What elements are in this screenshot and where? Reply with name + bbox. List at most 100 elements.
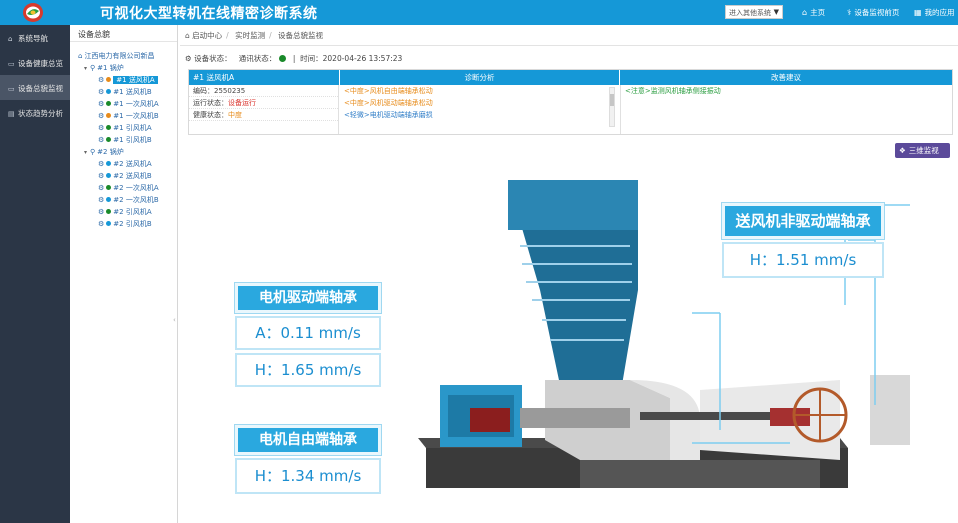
tree-node-label: #1 锅炉 [97, 64, 124, 72]
tree-node-device[interactable]: ⚙ #1 引风机A [98, 123, 152, 134]
nav-item-label: 系统导航 [18, 34, 48, 43]
tree-node-device[interactable]: ⚙ #2 送风机A [98, 159, 152, 170]
tree-node-label: #1 送风机A [113, 76, 158, 84]
gear-icon: ⚙ [98, 76, 105, 84]
tree-node-device[interactable]: ⚙ #2 送风机B [98, 171, 152, 182]
panel-collapse-handle[interactable]: ‹ [173, 316, 176, 324]
run-status-label: 运行状态： [193, 99, 228, 107]
home-icon: ⌂ [802, 8, 808, 17]
nav-item-health-overview[interactable]: ▭ 设备健康总览 [0, 50, 70, 75]
callout-value: A：0.11 mm/s [235, 316, 381, 350]
app-title: 可视化大型转机在线精密诊断系统 [100, 6, 318, 22]
nav-item-label: 设备总貌监视 [18, 84, 63, 93]
tree-node-device[interactable]: ⚙ #1 一次风机B [98, 111, 159, 122]
system-select[interactable]: 进入其他系统 ▼ [725, 5, 783, 19]
chevron-down-icon: ▼ [773, 8, 779, 16]
stethoscope-icon: ⚕ [847, 8, 852, 17]
status-dot [106, 125, 112, 130]
3d-monitor-button[interactable]: ❖ 三维监视 [895, 143, 950, 158]
status-dot [106, 197, 112, 202]
status-dot [106, 221, 112, 226]
tree-node-company[interactable]: ⌂ 江西电力有限公司新昌 [78, 51, 154, 62]
diagnosis-scrollbar[interactable] [609, 87, 615, 127]
home-icon: ⌂ [8, 35, 13, 43]
code-row: 编码：2550235 [189, 85, 338, 97]
gear-icon: ⚙ [98, 172, 105, 180]
nav-item-label: 设备健康总览 [18, 59, 63, 68]
timestamp: 2020-04-26 13:57:23 [322, 54, 403, 63]
run-status-value: 设备运行 [228, 99, 256, 107]
tree-node-device[interactable]: ⚙ #1 引风机B [98, 135, 152, 146]
suggestion-header: 改善建议 [620, 70, 952, 85]
tree-node-boiler-2[interactable]: ▾ ⚲ #2 锅炉 [84, 147, 124, 158]
diagnosis-header: 诊断分析 [340, 70, 619, 85]
tree-node-label: #2 锅炉 [97, 148, 124, 156]
tree-node-label: #1 送风机B [113, 88, 152, 96]
nav-item-system-navigation[interactable]: ⌂ 系统导航 [0, 25, 70, 50]
gear-icon: ⚙ [98, 100, 105, 108]
monitor-home-link[interactable]: ⚕ 设备监视前页 [847, 7, 899, 18]
status-dot [106, 185, 112, 190]
time-label: 时间： [300, 54, 323, 63]
system-select-label: 进入其他系统 [729, 9, 771, 17]
nav-item-overview-monitor[interactable]: ▭ 设备总貌监视 [0, 75, 70, 100]
tree-node-label: #2 送风机B [113, 172, 152, 180]
info-column: 编码：2550235 运行状态：设备运行 健康状态：中度 [189, 85, 339, 134]
status-dot [106, 113, 112, 118]
tree-node-device[interactable]: ⚙ #2 引风机B [98, 219, 152, 230]
status-dot [106, 137, 112, 142]
scrollbar-thumb[interactable] [610, 94, 614, 106]
comm-status-label: 通讯状态： [238, 54, 277, 63]
suggestion-item: <注意>监测风机轴承侧接振动 [625, 87, 721, 95]
my-apps-link[interactable]: ▦ 我的应用 [914, 7, 955, 18]
tree-node-boiler-1[interactable]: ▾ ⚲ #1 锅炉 [84, 63, 124, 74]
diagnosis-item: <中度>风机自由端轴承松动 [344, 87, 433, 95]
nav-item-trend-analysis[interactable]: ▤ 状态趋势分析 [0, 100, 70, 125]
callout-value: H：1.51 mm/s [722, 242, 884, 278]
status-dot [106, 209, 112, 214]
gear-icon: ⚙ [98, 220, 105, 228]
code-label: 编码： [193, 87, 214, 95]
gear-icon: ⚙ [98, 88, 105, 96]
divider [180, 45, 958, 46]
my-apps-label: 我的应用 [924, 8, 955, 17]
gear-icon: ⚙ [98, 136, 105, 144]
expand-icon[interactable]: ▾ [84, 65, 87, 72]
building-icon: ⌂ [78, 52, 83, 60]
callout-value: H：1.65 mm/s [235, 353, 381, 387]
tree-node-device[interactable]: ⚙ #1 一次风机A [98, 99, 159, 110]
equipment-name: #1 送风机A [189, 70, 339, 85]
status-dot [106, 77, 112, 82]
tree-node-device[interactable]: ⚙ #1 送风机B [98, 87, 152, 98]
tree-node-label: #1 引风机A [113, 124, 152, 132]
callout-motor-free-bearing: 电机自由端轴承 H：1.34 mm/s [235, 425, 381, 494]
tree-node-device[interactable]: ⚙ #2 一次风机B [98, 195, 159, 206]
callout-title: 电机自由端轴承 [235, 425, 381, 455]
callout-motor-drive-bearing: 电机驱动端轴承 A：0.11 mm/s H：1.65 mm/s [235, 283, 381, 387]
expand-icon[interactable]: ▾ [84, 149, 87, 156]
tree-node-device[interactable]: ⚙ #2 引风机A [98, 207, 152, 218]
home-link[interactable]: ⌂ 主页 [802, 7, 825, 18]
tree-node-label: 江西电力有限公司新昌 [84, 52, 155, 60]
run-status-row: 运行状态：设备运行 [189, 97, 338, 109]
suggestion-list: <注意>监测风机轴承侧接振动 [620, 85, 950, 134]
breadcrumb-item[interactable]: 实时监测 [235, 31, 265, 40]
gear-icon: ⚙ [98, 160, 105, 168]
location-icon: ⚲ [90, 148, 96, 156]
callout-title: 送风机非驱动端轴承 [722, 203, 884, 239]
gear-icon: ⚙ [98, 124, 105, 132]
breadcrumb-item[interactable]: 启动中心 [192, 31, 222, 40]
breadcrumb-item: 设备总貌监视 [278, 31, 323, 40]
callout-title: 电机驱动端轴承 [235, 283, 381, 313]
apps-icon: ▦ [914, 8, 922, 17]
tree-node-device[interactable]: ⚙ #1 送风机A [98, 75, 158, 86]
3d-monitor-label: 三维监视 [908, 146, 939, 155]
tree-node-device[interactable]: ⚙ #2 一次风机A [98, 183, 159, 194]
callout-fan-nondrive-bearing: 送风机非驱动端轴承 H：1.51 mm/s [722, 203, 884, 278]
monitor-icon: ▭ [8, 85, 15, 93]
location-icon: ⚲ [90, 64, 96, 72]
status-bar: ⚙ 设备状态： 通讯状态： | 时间：2020-04-26 13:57:23 [185, 54, 403, 63]
equipment-tree-panel: 设备总貌 ⌂ 江西电力有限公司新昌 ▾ ⚲ #1 锅炉 ⚙ #1 送风机A ⚙ #1 送风机B ⚙… [70, 25, 178, 523]
left-nav: ⌂ 系统导航 ▭ 设备健康总览 ▭ 设备总貌监视 ▤ 状态趋势分析 [0, 25, 70, 523]
gear-icon: ⚙ [98, 196, 105, 204]
